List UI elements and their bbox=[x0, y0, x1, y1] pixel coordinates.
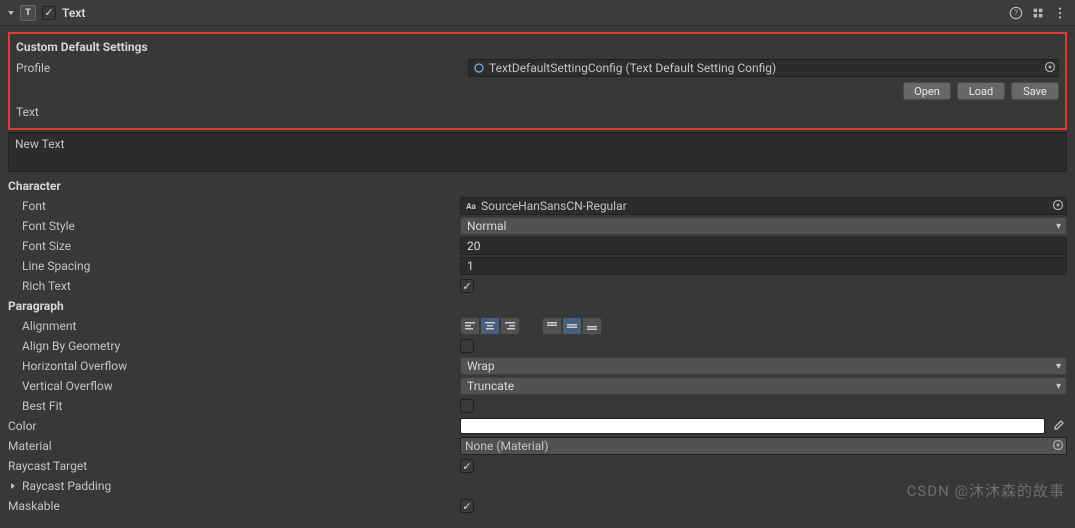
align-center-button[interactable] bbox=[480, 317, 500, 335]
svg-text:?: ? bbox=[1014, 8, 1018, 17]
maskable-label: Maskable bbox=[8, 496, 460, 516]
rich-text-label: Rich Text bbox=[8, 276, 460, 296]
component-body: Custom Default Settings Profile TextDefa… bbox=[0, 26, 1075, 528]
font-size-label: Font Size bbox=[8, 236, 460, 256]
profile-field[interactable]: TextDefaultSettingConfig (Text Default S… bbox=[468, 59, 1059, 77]
save-button[interactable]: Save bbox=[1011, 82, 1059, 100]
font-size-input[interactable]: 20 bbox=[460, 237, 1067, 255]
line-spacing-label: Line Spacing bbox=[8, 256, 460, 276]
align-left-button[interactable] bbox=[460, 317, 480, 335]
font-field[interactable]: Aa SourceHanSansCN-Regular bbox=[460, 197, 1067, 215]
raycast-padding-label[interactable]: Raycast Padding bbox=[8, 476, 460, 496]
align-by-geometry-checkbox[interactable] bbox=[460, 339, 474, 353]
color-label: Color bbox=[8, 416, 460, 436]
foldout-icon[interactable] bbox=[8, 481, 18, 491]
alignment-label: Alignment bbox=[8, 316, 460, 336]
material-label: Material bbox=[8, 436, 460, 456]
line-spacing-input[interactable]: 1 bbox=[460, 257, 1067, 275]
v-overflow-dropdown[interactable]: Truncate bbox=[460, 377, 1067, 395]
font-style-dropdown[interactable]: Normal bbox=[460, 217, 1067, 235]
object-picker-icon[interactable] bbox=[1044, 61, 1056, 73]
best-fit-label: Best Fit bbox=[8, 396, 460, 416]
profile-label: Profile bbox=[16, 58, 468, 78]
best-fit-checkbox[interactable] bbox=[460, 399, 474, 413]
open-button[interactable]: Open bbox=[903, 82, 951, 100]
text-input[interactable]: New Text bbox=[8, 132, 1067, 172]
character-section: Character bbox=[8, 176, 1067, 196]
v-overflow-label: Vertical Overflow bbox=[8, 376, 460, 396]
text-label: Text bbox=[16, 102, 468, 122]
align-bottom-button[interactable] bbox=[582, 317, 602, 335]
raycast-target-label: Raycast Target bbox=[8, 456, 460, 476]
component-header: T Text ? bbox=[0, 0, 1075, 26]
align-right-button[interactable] bbox=[500, 317, 520, 335]
enable-checkbox[interactable] bbox=[42, 6, 56, 20]
paragraph-section: Paragraph bbox=[8, 296, 1067, 316]
font-asset-icon: Aa bbox=[465, 200, 477, 212]
help-icon[interactable]: ? bbox=[1007, 4, 1025, 22]
h-align-group bbox=[460, 317, 520, 335]
font-value: SourceHanSansCN-Regular bbox=[481, 199, 627, 213]
material-field[interactable]: None (Material) bbox=[460, 437, 1067, 455]
foldout-icon[interactable] bbox=[6, 8, 16, 18]
align-by-geometry-label: Align By Geometry bbox=[8, 336, 460, 356]
kebab-menu-icon[interactable] bbox=[1051, 4, 1069, 22]
scriptable-object-icon bbox=[473, 62, 485, 74]
component-title: Text bbox=[62, 6, 85, 20]
profile-value: TextDefaultSettingConfig (Text Default S… bbox=[489, 61, 776, 75]
color-field[interactable] bbox=[460, 418, 1045, 434]
custom-section-title: Custom Default Settings bbox=[16, 40, 1059, 54]
raycast-target-checkbox[interactable] bbox=[460, 459, 474, 473]
maskable-checkbox[interactable] bbox=[460, 499, 474, 513]
align-middle-button[interactable] bbox=[562, 317, 582, 335]
object-picker-icon[interactable] bbox=[1052, 439, 1064, 451]
load-button[interactable]: Load bbox=[957, 82, 1005, 100]
font-style-value: Normal bbox=[467, 219, 506, 233]
eyedropper-icon[interactable] bbox=[1049, 417, 1067, 435]
font-label: Font bbox=[8, 196, 460, 216]
component-icon: T bbox=[20, 5, 36, 21]
custom-default-settings-box: Custom Default Settings Profile TextDefa… bbox=[8, 32, 1067, 130]
h-overflow-dropdown[interactable]: Wrap bbox=[460, 357, 1067, 375]
h-overflow-label: Horizontal Overflow bbox=[8, 356, 460, 376]
align-top-button[interactable] bbox=[542, 317, 562, 335]
preset-icon[interactable] bbox=[1029, 4, 1047, 22]
v-align-group bbox=[542, 317, 602, 335]
font-style-label: Font Style bbox=[8, 216, 460, 236]
rich-text-checkbox[interactable] bbox=[460, 279, 474, 293]
material-value: None (Material) bbox=[465, 439, 548, 453]
object-picker-icon[interactable] bbox=[1052, 199, 1064, 211]
